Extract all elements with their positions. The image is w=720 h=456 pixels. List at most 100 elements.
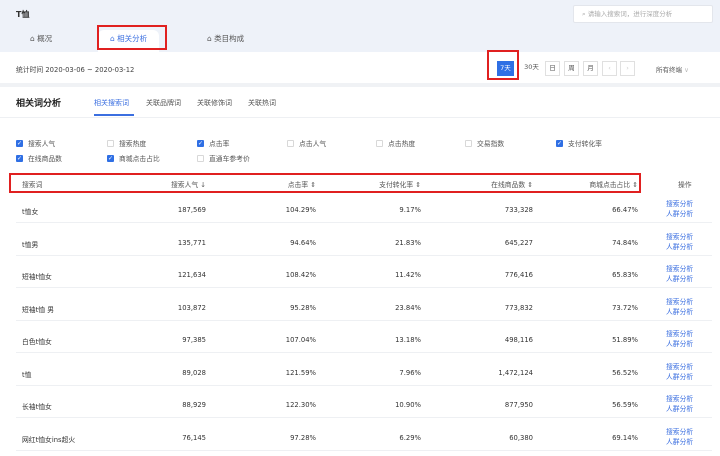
metric-checkbox[interactable]: ✓ 商城点击占比: [107, 153, 160, 163]
column-header-sortable[interactable]: 商城点击占比 ⇕: [538, 179, 638, 189]
checked-icon: ✓: [107, 154, 114, 162]
cell-value: 1,472,124: [498, 368, 533, 377]
audience-analysis-link[interactable]: 人群分析: [666, 307, 693, 317]
search-analysis-link[interactable]: 搜索分析: [666, 427, 693, 437]
metric-checkbox[interactable]: 点击热度: [376, 138, 415, 148]
cell-value: 877,950: [504, 401, 533, 409]
stat-time: 统计时间 2020-03-06 ~ 2020-03-12: [16, 66, 135, 74]
next-button[interactable]: ›: [620, 61, 635, 76]
column-header-sortable[interactable]: 搜索人气 ↓: [106, 179, 206, 189]
cell-value: 187,569: [177, 206, 206, 214]
metric-checkbox[interactable]: 交易指数: [465, 138, 504, 148]
search-analysis-link[interactable]: 搜索分析: [666, 264, 693, 274]
period-30d-button[interactable]: 30天: [522, 61, 541, 76]
metric-checkbox[interactable]: ✓ 搜索人气: [16, 138, 55, 148]
cell-value: 23.84%: [395, 303, 421, 312]
checked-icon: ✓: [556, 139, 563, 147]
column-header-sortable[interactable]: 点击率 ⇕: [216, 179, 316, 189]
search-placeholder: 请输入搜索词，进行深度分析: [587, 10, 673, 18]
cell-value: 733,328: [504, 206, 533, 214]
audience-analysis-link[interactable]: 人群分析: [666, 372, 693, 382]
search-analysis-link[interactable]: 搜索分析: [666, 329, 693, 339]
cell-value: 498,116: [504, 336, 533, 344]
cell-keyword: 白色t恤女: [22, 338, 52, 346]
row-divider: [16, 417, 712, 418]
metric-checkbox[interactable]: 点击人气: [287, 138, 326, 148]
subtab-modifier-words[interactable]: 关联修饰词: [197, 98, 232, 108]
cell-value: 88,929: [182, 401, 206, 409]
cell-value: 65.83%: [612, 271, 638, 279]
subtab-hot-words[interactable]: 关联热词: [248, 98, 276, 108]
search-input[interactable]: ⌕ 请输入搜索词，进行深度分析: [573, 5, 713, 23]
cell-value: 104.29%: [285, 206, 316, 214]
cell-value: 10.90%: [395, 401, 421, 409]
metric-checkbox[interactable]: 搜索热度: [107, 138, 146, 148]
audience-analysis-link[interactable]: 人群分析: [666, 437, 693, 447]
tab-overview[interactable]: ⌂ 概况: [30, 30, 52, 52]
audience-analysis-link[interactable]: 人群分析: [666, 274, 693, 284]
metric-label: 点击人气: [299, 140, 327, 148]
metric-checkbox[interactable]: 直通车参考价: [197, 153, 250, 163]
cell-value: 97.28%: [290, 433, 316, 442]
row-divider: [16, 384, 712, 386]
cell-value: 56.52%: [612, 368, 638, 377]
column-header-sortable[interactable]: 支付转化率 ⇕: [321, 179, 421, 189]
row-divider: [16, 254, 712, 256]
metric-label: 支付转化率: [568, 140, 602, 148]
cell-value: 7.96%: [399, 368, 421, 377]
audience-analysis-link[interactable]: 人群分析: [666, 242, 693, 252]
metric-checkbox[interactable]: ✓ 在线商品数: [16, 153, 62, 163]
search-analysis-link[interactable]: 搜索分析: [666, 199, 693, 209]
related-words-card: 相关词分析 相关搜索词 关联品牌词 关联修饰词 关联热词 ✓ 搜索人气 搜索热度 ✓ 点…: [0, 87, 720, 456]
period-day-button[interactable]: 日: [545, 61, 560, 76]
subtab-search-words[interactable]: 相关搜索词: [94, 98, 129, 108]
period-week-button[interactable]: 周: [564, 61, 579, 76]
metric-label: 商城点击占比: [119, 155, 160, 163]
unchecked-icon: [197, 154, 204, 162]
search-analysis-link[interactable]: 搜索分析: [666, 394, 693, 404]
search-analysis-link[interactable]: 搜索分析: [666, 362, 693, 372]
search-analysis-link[interactable]: 搜索分析: [666, 232, 693, 242]
checked-icon: ✓: [16, 154, 23, 162]
tab-label: 概况: [37, 34, 53, 43]
checked-icon: ✓: [197, 139, 204, 147]
metric-label: 交易指数: [477, 140, 505, 148]
metric-checkbox[interactable]: ✓ 点击率: [197, 138, 229, 148]
cell-value: 76,145: [182, 433, 206, 442]
cell-value: 103,872: [177, 303, 206, 312]
chevron-down-icon: ∨: [684, 66, 689, 74]
cell-keyword: 网红t恤女ins超火: [22, 435, 76, 444]
metric-label: 搜索热度: [119, 140, 147, 148]
period-7d-button[interactable]: 7天: [497, 61, 514, 76]
subtab-brand-words[interactable]: 关联品牌词: [146, 98, 181, 108]
cell-value: 122.30%: [285, 401, 316, 409]
cell-keyword: 短袖t恤 男: [22, 305, 55, 314]
cell-value: 89,028: [182, 368, 206, 377]
audience-analysis-link[interactable]: 人群分析: [666, 339, 693, 349]
cell-value: 108.42%: [285, 271, 316, 279]
audience-analysis-link[interactable]: 人群分析: [666, 404, 693, 414]
tab-category[interactable]: ⌂ 类目构成: [207, 30, 244, 52]
terminal-label: 所有终端: [656, 66, 682, 74]
page-title: T恤: [16, 10, 30, 19]
cell-value: 60,380: [509, 433, 533, 442]
search-analysis-link[interactable]: 搜索分析: [666, 297, 693, 307]
metric-label: 点击热度: [388, 140, 416, 148]
cell-value: 135,771: [177, 238, 206, 247]
cell-value: 66.47%: [612, 206, 638, 214]
audience-analysis-link[interactable]: 人群分析: [666, 209, 693, 219]
column-header: 搜索词: [22, 181, 43, 189]
period-month-button[interactable]: 月: [583, 61, 598, 76]
cell-value: 6.29%: [399, 433, 421, 442]
cell-value: 94.64%: [290, 238, 316, 247]
tab-related-analysis[interactable]: ⌂ 相关分析: [98, 30, 160, 52]
prev-button[interactable]: ‹: [602, 61, 617, 76]
divider: [0, 117, 720, 118]
terminal-select[interactable]: 所有终端 ∨: [656, 64, 689, 74]
column-header-sortable[interactable]: 在线商品数 ⇕: [433, 179, 533, 189]
cell-value: 73.72%: [612, 303, 638, 312]
metric-checkbox[interactable]: ✓ 支付转化率: [556, 138, 602, 148]
cell-value: 776,416: [504, 271, 533, 279]
cell-value: 773,832: [504, 303, 533, 312]
unchecked-icon: [465, 139, 472, 147]
